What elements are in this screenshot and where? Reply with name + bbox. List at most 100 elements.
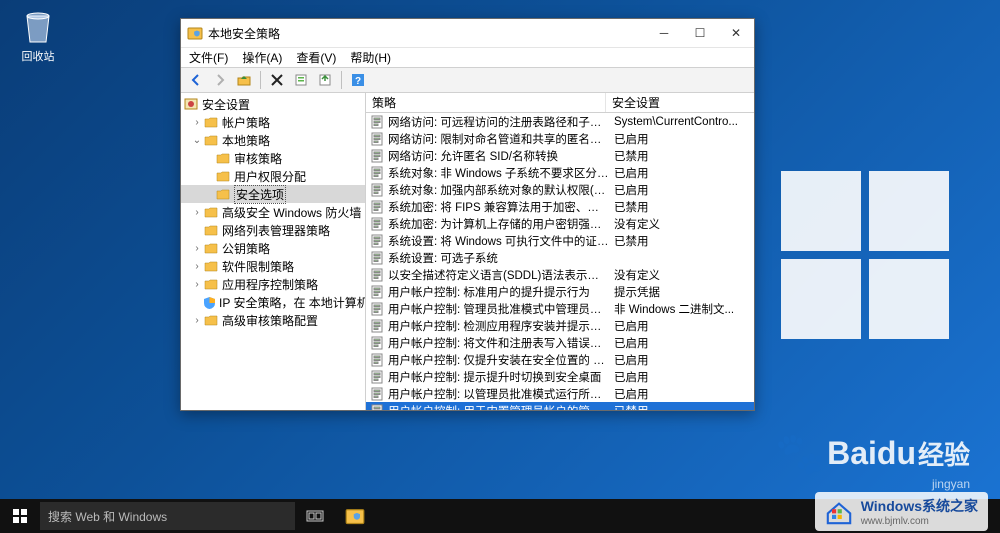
policy-icon	[370, 353, 384, 367]
list-row[interactable]: 用户帐户控制: 标准用户的提升提示行为提示凭据	[366, 283, 754, 300]
policy-name: 系统设置: 可选子系统	[388, 250, 610, 266]
titlebar[interactable]: 本地安全策略 ─ ☐ ✕	[181, 19, 754, 47]
list-row[interactable]: 用户帐户控制: 将文件和注册表写入错误虚拟化到每用户位置已启用	[366, 334, 754, 351]
list-row[interactable]: 网络访问: 可远程访问的注册表路径和子路径System\CurrentContr…	[366, 113, 754, 130]
tree-pubkey[interactable]: › 公钥策略	[181, 239, 365, 257]
policy-tree[interactable]: 安全设置 › 帐户策略 ⌄ 本地策略 审核策略 用户权限分配	[181, 93, 366, 410]
expand-icon[interactable]: ›	[191, 117, 203, 128]
tree-app-control[interactable]: › 应用程序控制策略	[181, 275, 365, 293]
watermark-bjm: Windows系统之家 www.bjmlv.com	[815, 492, 988, 531]
desktop-recycle-bin[interactable]: 回收站	[14, 6, 62, 64]
taskbar-secpol-icon[interactable]	[335, 499, 375, 533]
folder-icon	[203, 115, 219, 129]
tree-ipsec[interactable]: IP 安全策略，在 本地计算机	[181, 293, 365, 311]
list-row[interactable]: 系统对象: 加强内部系统对象的默认权限(例如，符号链接)已启用	[366, 181, 754, 198]
policy-setting: 已启用	[610, 386, 754, 402]
list-header[interactable]: 策略 安全设置	[366, 93, 754, 113]
tree-adv-audit[interactable]: › 高级审核策略配置	[181, 311, 365, 329]
list-row[interactable]: 系统对象: 非 Windows 子系统不要求区分大小写已启用	[366, 164, 754, 181]
tree-security-options[interactable]: 安全选项	[181, 185, 365, 203]
security-settings-icon	[183, 97, 199, 111]
export-button[interactable]	[314, 70, 336, 90]
policy-name: 系统对象: 加强内部系统对象的默认权限(例如，符号链接)	[388, 182, 610, 198]
policy-setting: 已启用	[610, 335, 754, 351]
delete-button[interactable]	[266, 70, 288, 90]
back-button[interactable]	[185, 70, 207, 90]
tree-software-restriction[interactable]: › 软件限制策略	[181, 257, 365, 275]
policy-setting: 已禁用	[610, 233, 754, 249]
search-input[interactable]: 搜索 Web 和 Windows	[40, 502, 295, 530]
policy-setting: 已启用	[610, 318, 754, 334]
app-icon	[187, 25, 203, 41]
search-placeholder: 搜索 Web 和 Windows	[48, 508, 167, 525]
tree-root[interactable]: 安全设置	[181, 95, 365, 113]
menu-help[interactable]: 帮助(H)	[346, 47, 395, 68]
menu-view[interactable]: 查看(V)	[292, 47, 340, 68]
menu-file[interactable]: 文件(F)	[185, 47, 232, 68]
policy-name: 用户帐户控制: 提示提升时切换到安全桌面	[388, 369, 610, 385]
policy-icon	[370, 115, 384, 129]
folder-icon	[203, 241, 219, 255]
list-row[interactable]: 用户帐户控制: 用于内置管理员帐户的管理员批准模式已禁用	[366, 402, 754, 410]
expand-icon[interactable]: ›	[191, 279, 203, 290]
tree-firewall[interactable]: › 高级安全 Windows 防火墙	[181, 203, 365, 221]
column-setting[interactable]: 安全设置	[606, 93, 754, 112]
list-row[interactable]: 网络访问: 限制对命名管道和共享的匿名访问已启用	[366, 130, 754, 147]
forward-button[interactable]	[209, 70, 231, 90]
policy-icon	[370, 370, 384, 384]
help-button[interactable]: ?	[347, 70, 369, 90]
start-button[interactable]	[0, 499, 40, 533]
expand-icon[interactable]: ›	[191, 261, 203, 272]
column-policy[interactable]: 策略	[366, 93, 606, 112]
policy-icon	[370, 251, 384, 265]
policy-setting: 已禁用	[610, 199, 754, 215]
close-button[interactable]: ✕	[718, 19, 754, 47]
policy-name: 系统加密: 为计算机上存储的用户密钥强制进行强密钥保护	[388, 216, 610, 232]
policy-icon	[370, 302, 384, 316]
policy-setting: 已禁用	[610, 148, 754, 164]
watermark-baidu-sub: jingyan	[932, 477, 970, 491]
list-row[interactable]: 系统加密: 为计算机上存储的用户密钥强制进行强密钥保护没有定义	[366, 215, 754, 232]
properties-button[interactable]	[290, 70, 312, 90]
list-row[interactable]: 网络访问: 允许匿名 SID/名称转换已禁用	[366, 147, 754, 164]
expand-icon[interactable]: ›	[191, 315, 203, 326]
collapse-icon[interactable]: ⌄	[191, 135, 203, 146]
policy-setting: 已启用	[610, 369, 754, 385]
task-view-button[interactable]	[295, 499, 335, 533]
list-row[interactable]: 系统设置: 将 Windows 可执行文件中的证书规则用于软件...已禁用	[366, 232, 754, 249]
minimize-button[interactable]: ─	[646, 19, 682, 47]
policy-name: 用户帐户控制: 管理员批准模式中管理员的提升权限提示的...	[388, 301, 610, 317]
expand-icon[interactable]: ›	[191, 243, 203, 254]
list-row[interactable]: 用户帐户控制: 以管理员批准模式运行所有管理员已启用	[366, 385, 754, 402]
folder-icon	[203, 313, 219, 327]
policy-name: 网络访问: 可远程访问的注册表路径和子路径	[388, 114, 610, 130]
policy-list[interactable]: 策略 安全设置 网络访问: 可远程访问的注册表路径和子路径System\Curr…	[366, 93, 754, 410]
list-row[interactable]: 用户帐户控制: 管理员批准模式中管理员的提升权限提示的...非 Windows …	[366, 300, 754, 317]
policy-setting: 没有定义	[610, 267, 754, 283]
svg-text:?: ?	[355, 76, 361, 87]
wallpaper-windows-logo	[765, 155, 965, 355]
policy-setting: 已禁用	[610, 403, 754, 411]
list-row[interactable]: 用户帐户控制: 提示提升时切换到安全桌面已启用	[366, 368, 754, 385]
tree-local-policies[interactable]: ⌄ 本地策略	[181, 131, 365, 149]
up-button[interactable]	[233, 70, 255, 90]
tree-user-rights[interactable]: 用户权限分配	[181, 167, 365, 185]
recycle-bin-label: 回收站	[14, 48, 62, 64]
list-row[interactable]: 用户帐户控制: 仅提升安装在安全位置的 UIAccess 应用程序已启用	[366, 351, 754, 368]
tree-account-policies[interactable]: › 帐户策略	[181, 113, 365, 131]
maximize-button[interactable]: ☐	[682, 19, 718, 47]
tree-netlist[interactable]: 网络列表管理器策略	[181, 221, 365, 239]
menubar: 文件(F) 操作(A) 查看(V) 帮助(H)	[181, 47, 754, 67]
menu-action[interactable]: 操作(A)	[238, 47, 286, 68]
policy-setting: System\CurrentContro...	[610, 116, 754, 128]
list-row[interactable]: 用户帐户控制: 检测应用程序安装并提示提升已启用	[366, 317, 754, 334]
policy-setting: 已启用	[610, 131, 754, 147]
policy-icon	[370, 217, 384, 231]
list-row[interactable]: 以安全描述符定义语言(SDDL)语法表示的计算机访问限制没有定义	[366, 266, 754, 283]
shield-icon	[203, 295, 216, 309]
policy-icon	[370, 200, 384, 214]
list-row[interactable]: 系统设置: 可选子系统	[366, 249, 754, 266]
tree-audit-policy[interactable]: 审核策略	[181, 149, 365, 167]
list-row[interactable]: 系统加密: 将 FIPS 兼容算法用于加密、哈希和签名已禁用	[366, 198, 754, 215]
expand-icon[interactable]: ›	[191, 207, 203, 218]
